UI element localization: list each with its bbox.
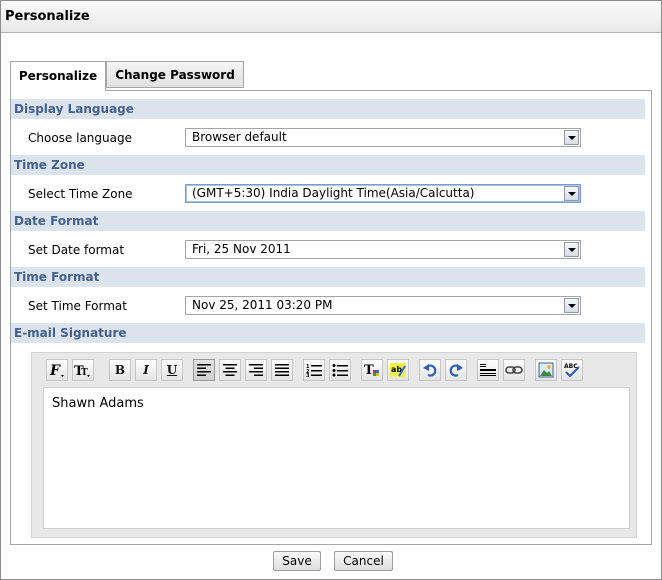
bold-button[interactable]: B <box>109 359 131 381</box>
align-center-icon <box>223 364 237 376</box>
section-date-format: Date Format <box>11 211 645 231</box>
undo-button[interactable] <box>419 359 441 381</box>
set-date-format-label: Set Date format <box>28 243 125 257</box>
font-family-button[interactable]: F <box>46 359 68 381</box>
horizontal-rule-button[interactable] <box>477 359 499 381</box>
link-icon <box>505 366 523 374</box>
select-time-zone-label: Select Time Zone <box>28 187 133 201</box>
text-color-icon: T <box>364 363 379 378</box>
text-color-button[interactable]: T <box>361 359 383 381</box>
section-email-signature: E-mail Signature <box>11 323 645 343</box>
insert-image-button[interactable] <box>535 359 557 381</box>
svg-text:3: 3 <box>306 373 310 377</box>
font-family-icon: F <box>49 363 64 379</box>
justify-button[interactable] <box>271 359 293 381</box>
justify-icon <box>275 364 289 376</box>
chevron-down-icon[interactable] <box>564 242 579 257</box>
tab-change-password[interactable]: Change Password <box>106 61 244 88</box>
undo-icon <box>423 364 437 377</box>
spellcheck-icon: ABC <box>564 363 580 378</box>
time-zone-select[interactable]: (GMT+5:30) India Daylight Time(Asia/Calc… <box>185 184 581 203</box>
align-left-icon <box>197 364 211 376</box>
section-display-language: Display Language <box>11 99 645 119</box>
date-format-select-value: Fri, 25 Nov 2011 <box>192 242 291 256</box>
font-size-button[interactable]: T T <box>72 359 94 381</box>
tab-personalize[interactable]: Personalize <box>10 61 106 91</box>
set-time-format-label: Set Time Format <box>28 299 127 313</box>
spellcheck-button[interactable]: ABC <box>561 359 583 381</box>
time-zone-select-value: (GMT+5:30) India Daylight Time(Asia/Calc… <box>192 186 475 200</box>
font-size-icon: T T <box>74 364 90 379</box>
bullet-list-icon <box>332 364 348 377</box>
svg-text:T: T <box>364 363 374 378</box>
insert-link-button[interactable] <box>503 359 525 381</box>
image-icon <box>538 362 554 378</box>
signature-editor: F T T B I U 1 2 3 T ab ABC Shawn Adams <box>31 352 637 538</box>
redo-button[interactable] <box>445 359 467 381</box>
svg-text:F: F <box>49 363 61 379</box>
section-time-format: Time Format <box>11 267 645 287</box>
chevron-down-icon[interactable] <box>564 186 579 201</box>
signature-text-area[interactable]: Shawn Adams <box>43 387 630 529</box>
chevron-down-icon[interactable] <box>564 298 579 313</box>
align-right-icon <box>249 364 263 376</box>
date-format-select[interactable]: Fri, 25 Nov 2011 <box>185 240 581 259</box>
numbered-list-button[interactable]: 1 2 3 <box>303 359 325 381</box>
cancel-button[interactable]: Cancel <box>334 551 393 571</box>
choose-language-label: Choose language <box>28 131 132 145</box>
redo-icon <box>449 364 463 377</box>
align-right-button[interactable] <box>245 359 267 381</box>
language-select[interactable]: Browser default <box>185 128 581 147</box>
bullet-list-button[interactable] <box>329 359 351 381</box>
window-title: Personalize <box>1 1 661 33</box>
signature-text: Shawn Adams <box>52 396 144 411</box>
highlight-color-button[interactable]: ab <box>387 359 409 381</box>
section-time-zone: Time Zone <box>11 155 645 175</box>
language-select-value: Browser default <box>192 130 287 144</box>
align-center-button[interactable] <box>219 359 241 381</box>
chevron-down-icon[interactable] <box>564 130 579 145</box>
svg-text:T: T <box>81 368 88 378</box>
time-format-select[interactable]: Nov 25, 2011 03:20 PM <box>185 296 581 315</box>
numbered-list-icon: 1 2 3 <box>306 364 322 377</box>
align-left-button[interactable] <box>193 359 215 381</box>
highlight-icon: ab <box>390 363 406 377</box>
time-format-select-value: Nov 25, 2011 03:20 PM <box>192 298 333 312</box>
underline-button[interactable]: U <box>161 359 183 381</box>
italic-button[interactable]: I <box>135 359 157 381</box>
horizontal-rule-icon <box>480 364 496 376</box>
save-button[interactable]: Save <box>273 551 321 571</box>
